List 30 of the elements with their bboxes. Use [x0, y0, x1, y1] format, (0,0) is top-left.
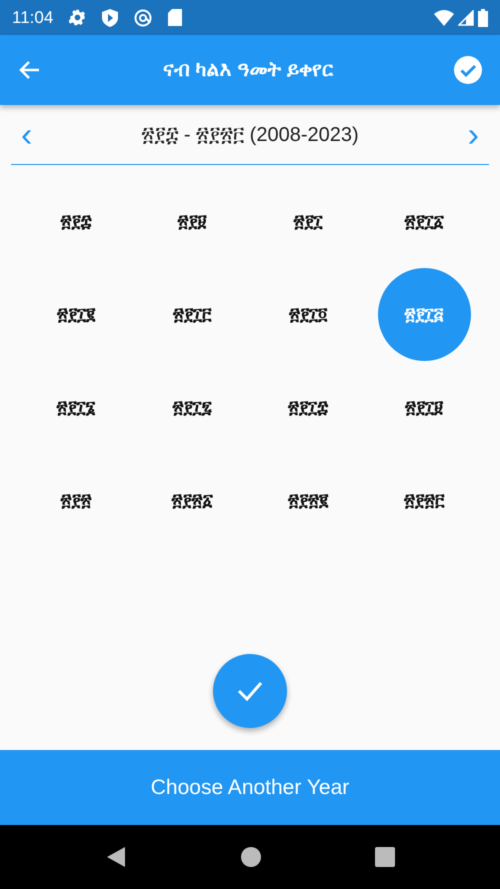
year-button[interactable]: ፳፻፲፯	[146, 361, 238, 454]
year-button[interactable]: ፳፻፲፰	[262, 361, 354, 454]
battery-icon	[478, 8, 488, 26]
wifi-icon	[434, 10, 454, 26]
home-icon[interactable]	[241, 847, 261, 867]
year-button[interactable]: ፳፻፲፮	[30, 361, 122, 454]
year-button[interactable]: ፳፻፲፪	[30, 268, 122, 361]
check-circle-icon[interactable]	[454, 56, 482, 84]
year-button[interactable]: ፳፻፲	[262, 175, 354, 268]
status-time: 11:04	[12, 6, 54, 29]
check-icon	[237, 681, 263, 701]
sd-card-icon	[168, 9, 182, 26]
year-button[interactable]: ፳፻፳፪	[262, 454, 354, 547]
year-button[interactable]: ፳፻፰	[30, 175, 122, 268]
settings-icon	[69, 9, 86, 26]
year-button[interactable]: ፳፻፳፫	[378, 454, 470, 547]
year-button[interactable]: ፳፻፲፱	[378, 361, 470, 454]
year-range: ፳፻፰ - ፳፻፳፫ (2008-2023)	[141, 124, 359, 146]
year-button[interactable]: ፳፻፳	[30, 454, 122, 547]
year-button[interactable]: ፳፻፳፩	[146, 454, 238, 547]
screen-title: ናብ ካልእ ዓመት ይቀየር	[163, 59, 333, 81]
signal-icon	[458, 10, 474, 26]
at-sign-icon	[134, 8, 152, 26]
year-button[interactable]: ፳፻፲፫	[146, 268, 238, 361]
year-button[interactable]: ፳፻፲፬	[262, 268, 354, 361]
year-button[interactable]: ፳፻፱	[146, 175, 238, 268]
shield-icon	[102, 8, 118, 26]
back-icon[interactable]	[105, 846, 127, 868]
year-button[interactable]: ፳፻፲፩	[378, 175, 470, 268]
confirm-button[interactable]	[213, 654, 287, 728]
